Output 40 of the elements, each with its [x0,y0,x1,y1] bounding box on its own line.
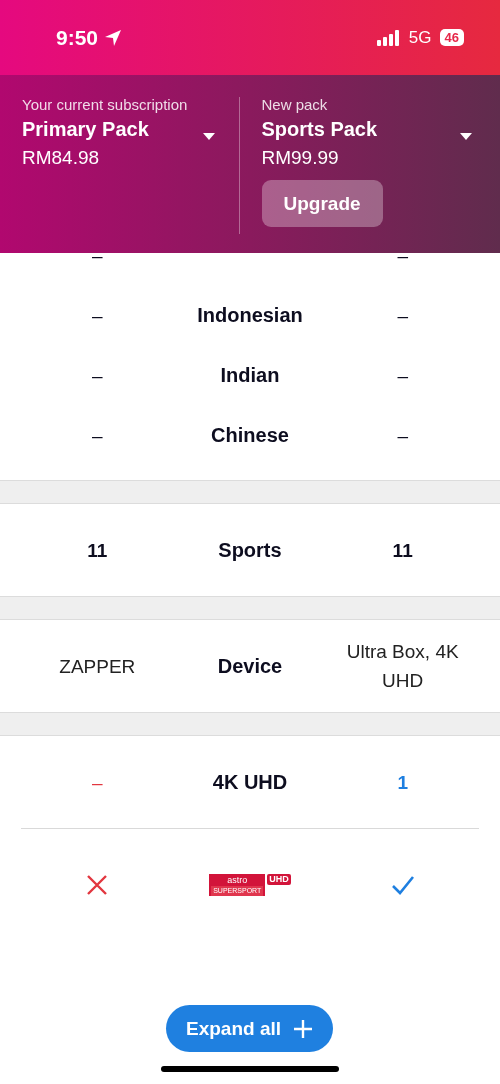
network-label: 5G [408,27,432,48]
feature-label: Sports [218,538,282,562]
caption: New pack [261,96,329,113]
cell-value: – [92,423,103,448]
cross-icon [85,873,110,897]
cell-value: – [92,243,103,268]
cell-value: 11 [87,538,108,563]
pack-price: RM99.99 [261,147,340,169]
feature-label: Device [217,654,283,678]
cell-value: – [397,243,408,268]
location-arrow-icon [104,28,123,47]
feature-label: Indian [220,363,280,387]
pack-name: Primary Pack [22,118,150,141]
cell-value: – [397,363,408,388]
feature-label: 4K UHD [212,770,288,794]
cell-value: – [397,423,408,448]
checkmark-icon [390,875,415,895]
plus-icon [293,1018,313,1039]
logo-badge: UHD [267,874,291,885]
cell-value: – [92,303,103,328]
cell-value: – [397,303,408,328]
caption: Your current subscription [22,96,188,113]
feature-label: Indonesian [197,303,303,327]
cell-value: – [92,363,103,388]
cell-value: ZAPPER [59,654,136,679]
cell-value: – [92,770,103,795]
pack-price: RM84.98 [22,147,101,169]
pack-name: Sports Pack [261,118,378,141]
signal-icon [376,29,401,46]
feature-label: Chinese [211,423,289,447]
expand-all-button[interactable]: Expand all [166,1005,333,1052]
cell-value: 11 [392,538,413,563]
cell-value: Ultra Box, 4K UHD [345,640,460,693]
clock-time: 9:50 [56,25,99,50]
logo-brand-text: astro [227,874,248,886]
dropdown-caret-icon [202,132,215,141]
cell-value: 1 [397,770,408,795]
battery-indicator: 46 [439,29,464,46]
dropdown-caret-icon [460,132,472,141]
upgrade-button[interactable]: Upgrade [261,180,383,227]
